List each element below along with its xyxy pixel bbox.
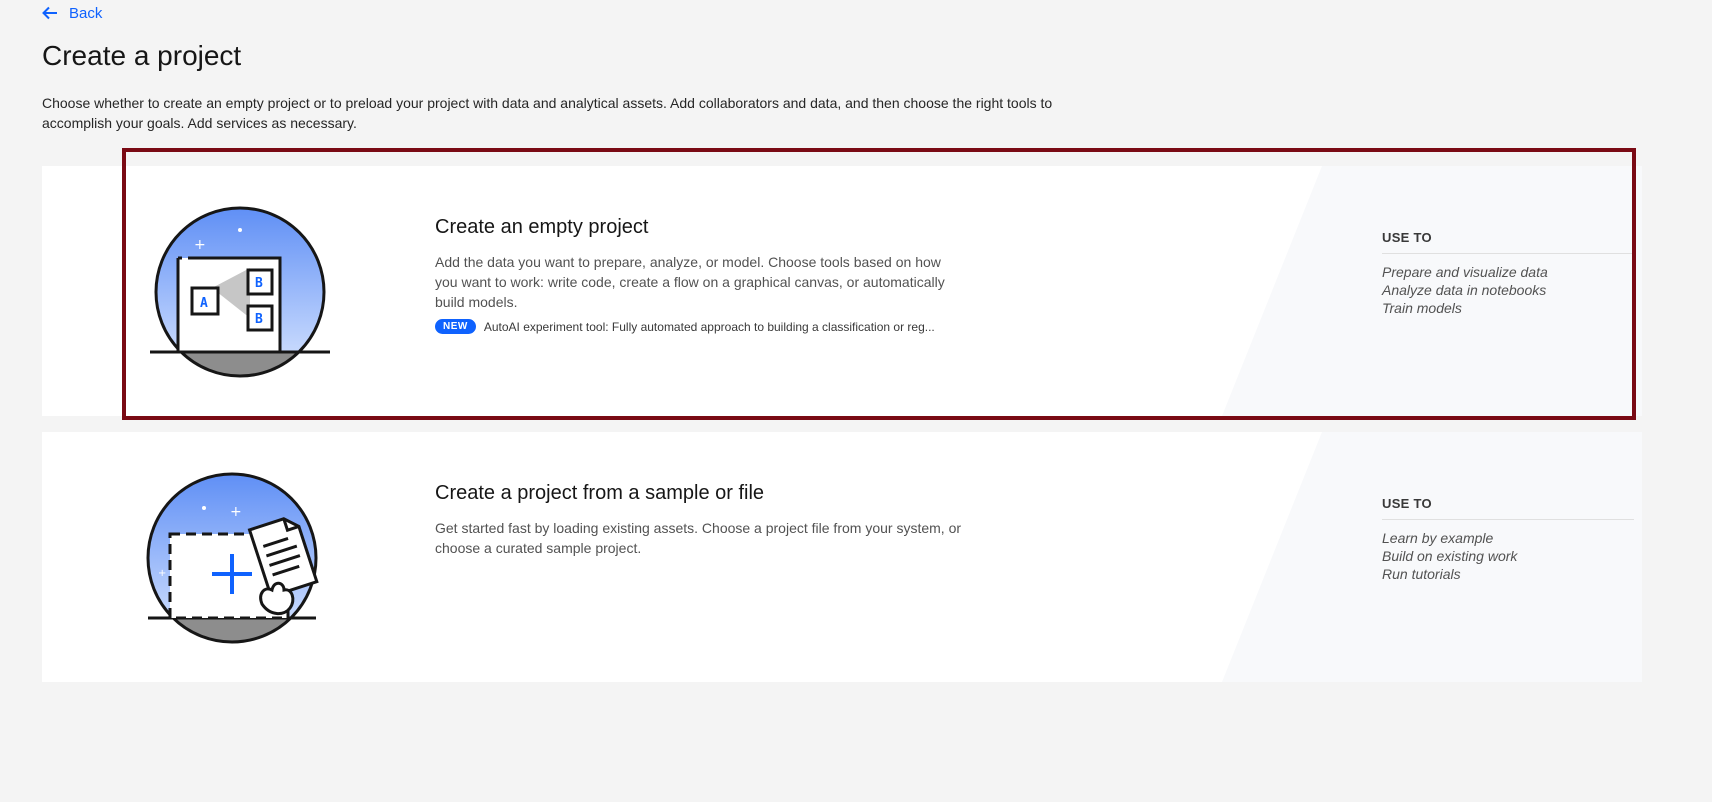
empty-project-illustration-icon: + A B B (150, 206, 330, 378)
svg-text:A: A (200, 296, 208, 311)
use-to-item: Prepare and visualize data (1382, 264, 1548, 280)
back-link[interactable]: Back (41, 4, 102, 22)
svg-text:+: + (158, 568, 166, 579)
create-project-page: Back Create a project Choose whether to … (0, 0, 1712, 802)
use-to-section: USE TO Prepare and visualize data Analyz… (1382, 230, 1634, 317)
use-to-item: Train models (1382, 300, 1462, 316)
new-feature-text: AutoAI experiment tool: Fully automated … (483, 319, 935, 334)
card-title: Create a project from a sample or file (435, 482, 765, 504)
use-to-item: Learn by example (1382, 530, 1494, 546)
page-description: Choose whether to create an empty projec… (42, 95, 1053, 131)
page-title: Create a project (42, 40, 242, 71)
new-feature-row: NEW AutoAI experiment tool: Fully automa… (435, 319, 935, 334)
svg-text:+: + (230, 504, 242, 520)
use-to-item: Analyze data in notebooks (1382, 282, 1547, 298)
arrow-left-icon (42, 6, 57, 20)
sample-project-illustration-icon: + + (146, 472, 319, 644)
svg-text:B: B (255, 312, 263, 327)
back-label: Back (69, 4, 103, 22)
create-project-from-sample-card[interactable]: + + Create a project from a sample or fi… (42, 432, 1642, 682)
new-badge: NEW (435, 319, 476, 334)
use-to-label: USE TO (1382, 496, 1634, 520)
card-title: Create an empty project (435, 216, 649, 238)
card-description: Get started fast by loading existing ass… (435, 520, 962, 556)
use-to-item: Build on existing work (1382, 548, 1518, 564)
card-description: Add the data you want to prepare, analyz… (435, 254, 945, 310)
create-empty-project-card[interactable]: + A B B Create an empty project Add the … (42, 166, 1642, 416)
use-to-item: Run tutorials (1382, 566, 1461, 582)
svg-text:+: + (194, 237, 206, 253)
use-to-label: USE TO (1382, 230, 1634, 254)
use-to-section: USE TO Learn by example Build on existin… (1382, 496, 1634, 583)
svg-text:B: B (255, 276, 263, 291)
